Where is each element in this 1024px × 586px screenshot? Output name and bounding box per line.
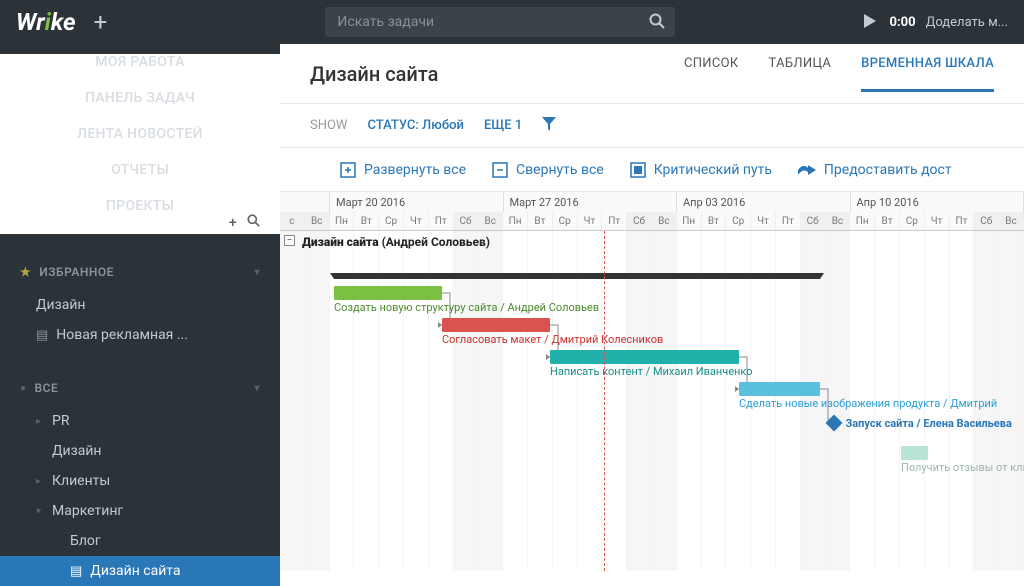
collapse-icon — [492, 162, 508, 178]
day-header: Ср — [726, 212, 751, 230]
sidebar-all-header[interactable]: ●ВСЕ▾ — [0, 370, 280, 406]
sidebar-tree-item[interactable]: Дизайн — [0, 436, 280, 466]
sidebar-nav-item[interactable]: МОЯ РАБОТА — [0, 54, 280, 90]
day-header: Вс — [478, 212, 503, 230]
day-header: Вс — [826, 212, 851, 230]
day-header: Чт — [925, 212, 950, 230]
view-tab[interactable]: ВРЕМЕННАЯ ШКАЛА — [861, 56, 994, 92]
day-header: Ср — [900, 212, 925, 230]
sidebar-tree-item[interactable]: ▤Дизайн сайта — [0, 556, 280, 586]
task-label: Согласовать макет / Дмитрий Колесников — [442, 333, 663, 346]
timer-task-name[interactable]: Доделать м... — [926, 15, 1008, 30]
action-critical-path[interactable]: Критический путь — [630, 162, 772, 178]
task-bar[interactable] — [334, 286, 442, 300]
day-header: Сб — [454, 212, 479, 230]
sidebar-tree-item[interactable]: Блог — [0, 526, 280, 556]
gantt-chart[interactable]: Март 20 2016Март 27 2016Апр 03 2016Апр 1… — [280, 192, 1024, 586]
add-button[interactable]: + — [94, 8, 108, 36]
day-header: Пн — [850, 212, 875, 230]
task-bar[interactable] — [442, 318, 550, 332]
chevron-icon[interactable]: ▸ — [36, 476, 46, 487]
day-header: Чт — [404, 212, 429, 230]
timer-value: 0:00 — [890, 15, 916, 30]
sidebar-favorites-header[interactable]: ★ИЗБРАННОЕ▾ — [0, 254, 280, 290]
day-header: Вс — [999, 212, 1024, 230]
search-projects-icon[interactable] — [247, 214, 260, 231]
milestone[interactable] — [825, 415, 842, 432]
sidebar-nav-item[interactable]: ПРОЕКТЫ+ — [0, 198, 280, 234]
play-icon[interactable] — [864, 13, 876, 32]
task-label: Сделать новые изображения продукта / Дми… — [739, 397, 997, 410]
share-icon — [798, 163, 816, 177]
week-header: Март 20 2016 — [330, 192, 504, 212]
day-header: Пт — [602, 212, 627, 230]
week-header: Апр 10 2016 — [851, 192, 1024, 212]
task-label: Запуск сайта / Елена Васильева — [846, 417, 1012, 430]
sidebar-tree-item[interactable]: ▸Клиенты — [0, 466, 280, 496]
critical-path-icon — [630, 162, 646, 178]
sidebar-nav-item[interactable]: ПАНЕЛЬ ЗАДАЧ — [0, 90, 280, 126]
week-header: Апр 03 2016 — [677, 192, 851, 212]
task-bar[interactable] — [739, 382, 820, 396]
chevron-icon[interactable]: ▾ — [36, 506, 46, 517]
document-icon: ▤ — [36, 328, 48, 343]
logo: Wrike — [16, 8, 76, 36]
sidebar-tree-item[interactable]: ▾Маркетинг — [0, 496, 280, 526]
day-header: Чт — [578, 212, 603, 230]
search-icon[interactable] — [649, 13, 665, 33]
day-header: Вт — [702, 212, 727, 230]
day-header: Вт — [354, 212, 379, 230]
day-header: Пт — [950, 212, 975, 230]
filter-show[interactable]: SHOW — [310, 118, 347, 133]
sidebar-favorite-item[interactable]: ▤Новая рекламная ... — [0, 320, 280, 350]
day-header: Пн — [330, 212, 355, 230]
collapse-summary[interactable]: − — [284, 235, 295, 246]
expand-icon — [340, 162, 356, 178]
day-header: Ср — [553, 212, 578, 230]
task-label: Создать новую структуру сайта / Андрей С… — [334, 301, 599, 314]
page-title: Дизайн сайта — [310, 62, 438, 86]
action-collapse-all[interactable]: Свернуть все — [492, 162, 604, 178]
sidebar-nav-item[interactable]: ЛЕНТА НОВОСТЕЙ — [0, 126, 280, 162]
filter-status[interactable]: СТАТУС: Любой — [367, 118, 463, 133]
add-project-icon[interactable]: + — [229, 215, 237, 231]
day-header: Ср — [379, 212, 404, 230]
task-bar[interactable] — [550, 350, 739, 364]
day-header: Пт — [776, 212, 801, 230]
sidebar-tree-item[interactable]: ▸PR — [0, 406, 280, 436]
day-header: с — [280, 212, 305, 230]
day-header: Пт — [429, 212, 454, 230]
day-header: Пн — [503, 212, 528, 230]
day-header: Чт — [751, 212, 776, 230]
view-tab[interactable]: ТАБЛИЦА — [769, 56, 832, 92]
action-expand-all[interactable]: Развернуть все — [340, 162, 466, 178]
week-header: Март 27 2016 — [504, 192, 678, 212]
day-header: Сб — [974, 212, 999, 230]
task-bar[interactable] — [901, 446, 928, 460]
chevron-icon[interactable]: ▸ — [36, 416, 46, 427]
day-header: Вс — [652, 212, 677, 230]
day-header: Вт — [528, 212, 553, 230]
action-share[interactable]: Предоставить дост — [798, 162, 952, 178]
task-label: Написать контент / Михаил Иванченко — [550, 365, 753, 378]
day-header: Вс — [305, 212, 330, 230]
sidebar-favorite-item[interactable]: Дизайн — [0, 290, 280, 320]
day-header: Пн — [677, 212, 702, 230]
document-icon: ▤ — [70, 564, 82, 579]
task-label: Получить отзывы от клиентов / Елена Васи… — [901, 461, 1024, 474]
today-marker — [604, 231, 605, 571]
day-header: Сб — [801, 212, 826, 230]
view-tab[interactable]: СПИСОК — [684, 56, 739, 92]
day-header: Сб — [627, 212, 652, 230]
summary-bar[interactable] — [334, 273, 820, 279]
sidebar: МОЯ РАБОТАПАНЕЛЬ ЗАДАЧЛЕНТА НОВОСТЕЙОТЧЕ… — [0, 44, 280, 586]
summary-label: Дизайн сайта (Андрей Соловьев) — [302, 235, 490, 249]
day-header: Вт — [875, 212, 900, 230]
search-input[interactable] — [325, 7, 675, 37]
sidebar-nav-item[interactable]: ОТЧЕТЫ — [0, 162, 280, 198]
filter-icon[interactable] — [542, 117, 556, 135]
filter-more[interactable]: ЕЩЕ 1 — [484, 118, 522, 133]
